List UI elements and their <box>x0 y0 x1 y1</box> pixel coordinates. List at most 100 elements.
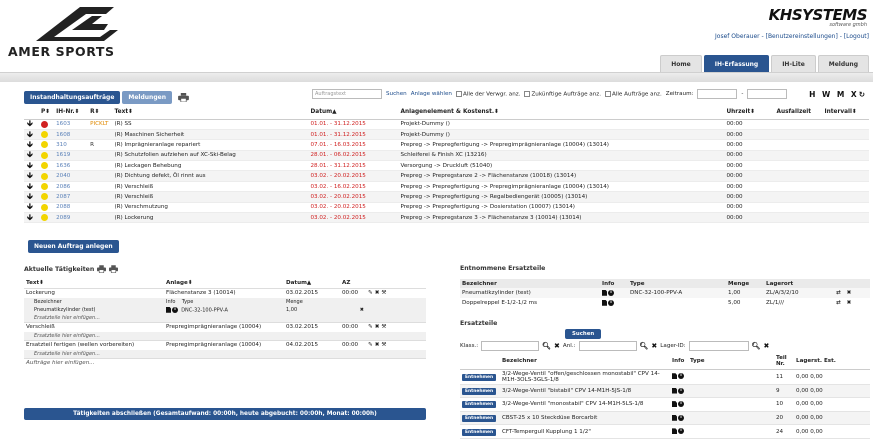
entnehmen-button[interactable]: Entnehmen <box>462 387 497 395</box>
edit-icon[interactable]: ✎ <box>368 324 375 330</box>
sub-remove-icon[interactable]: ✖ <box>340 306 366 314</box>
document-icon[interactable] <box>602 289 607 296</box>
user-line[interactable]: Josef Oberauer - [Benutzereinstellungen]… <box>715 33 869 40</box>
checkbox-alle[interactable]: Alle Aufträge anz. <box>605 90 662 97</box>
ih-nr[interactable]: 2040 <box>53 170 88 182</box>
row-arrow-icon[interactable]: 🡳︎ <box>24 160 38 172</box>
taetigkeit-row[interactable]: Lockerung Flächenstanze 3 (10014) 03.02.… <box>24 287 426 298</box>
wrench-icon[interactable]: ⚒ <box>381 342 388 348</box>
ih-nr[interactable]: 2089 <box>53 212 88 224</box>
entnehmen-button[interactable]: Entnehmen <box>462 428 497 436</box>
clear-icon[interactable]: ✖ <box>554 342 560 350</box>
nav-tab-ih-lite[interactable]: IH-Lite <box>771 55 816 73</box>
edit-icon[interactable]: ✎ <box>368 342 375 348</box>
table-row[interactable]: 🡳︎ 2088 (R) Verschmutzung 03.02. - 20.02.20… <box>24 202 869 214</box>
anlage-waehlen-link[interactable]: Anlage wählen <box>411 91 452 97</box>
neuer-auftrag-button[interactable]: Neuen Auftrag anlegen <box>28 240 119 253</box>
row-arrow-icon[interactable]: 🡳︎ <box>24 191 38 203</box>
lager-input[interactable] <box>688 341 749 351</box>
col-r[interactable]: R⬍ <box>87 106 112 120</box>
document-icon[interactable] <box>672 428 677 435</box>
table-row[interactable]: 🡳︎ 1636 (R) Leckagen Behebung 28.01. - 31.1… <box>24 160 869 172</box>
col-uhrzeit[interactable]: Uhrzeit⬍ <box>723 106 774 120</box>
row-arrow-icon[interactable]: 🡳︎ <box>24 129 38 141</box>
info-icon[interactable]: i <box>608 299 614 306</box>
interval-filter-buttons[interactable]: H W M X↻ <box>809 90 867 99</box>
document-icon[interactable] <box>672 414 677 421</box>
col-priority[interactable]: P⬍ <box>38 106 54 120</box>
taetigkeit-row[interactable]: Ersatzteil fertigen (wellen vorbereiten)… <box>24 339 426 350</box>
document-icon[interactable] <box>602 299 607 306</box>
tab-instandhaltungsauftraege[interactable]: Instandhaltungsaufträge <box>24 91 121 104</box>
col-anlage[interactable]: Anlagenelement & Kostenst.⬍ <box>397 106 724 120</box>
ih-nr[interactable]: 2087 <box>53 191 88 203</box>
auftrag-search-input[interactable]: Auftragstext <box>312 89 382 99</box>
info-icon[interactable]: i <box>678 401 684 408</box>
info-icon[interactable]: i <box>172 306 178 313</box>
info-icon[interactable]: i <box>678 387 684 394</box>
refresh-icon[interactable]: ↻ <box>859 90 867 99</box>
document-icon[interactable] <box>672 373 677 380</box>
document-icon[interactable] <box>166 306 171 313</box>
row-arrow-icon[interactable]: 🡳︎ <box>24 202 38 214</box>
table-row[interactable]: 🡳︎ 2087 (R) Verschleiß 03.02. - 20.02.2015 P… <box>24 191 869 203</box>
row-arrow-icon[interactable]: 🡳︎ <box>24 181 38 193</box>
interval-filter-text[interactable]: H W M X <box>809 90 859 99</box>
row-arrow-icon[interactable]: 🡳︎ <box>24 139 38 151</box>
ih-nr[interactable]: 2086 <box>53 181 88 193</box>
ih-nr[interactable]: 2088 <box>53 202 88 214</box>
table-row[interactable]: 🡳︎ 1608 (R) Maschinen Sicherheit 01.01. - 3… <box>24 129 869 141</box>
col-datum[interactable]: Datum▲ <box>307 106 398 120</box>
clear-icon[interactable]: ✖ <box>764 342 770 350</box>
anl-input[interactable] <box>578 341 637 351</box>
checkbox-zukuenftige[interactable]: Zukünftige Aufträge anz. <box>524 90 601 97</box>
entnehmen-button[interactable]: Entnehmen <box>462 401 497 409</box>
edit-icon[interactable]: ✎ <box>368 290 375 296</box>
wrench-icon[interactable]: ⚒ <box>381 290 388 296</box>
col-ih-nr[interactable]: IH-Nr.⬍ <box>53 106 88 120</box>
document-icon[interactable] <box>672 401 677 408</box>
klass-input[interactable] <box>481 341 540 351</box>
transfer-icon[interactable]: ⇄ <box>836 290 843 296</box>
tab-meldungen[interactable]: Meldungen <box>122 91 172 104</box>
table-row[interactable]: 🡳︎ 310 R (R) Imprägnieranlage repariert 07.0… <box>24 139 869 151</box>
table-row[interactable]: 🡳︎ 1603 PICKLT (R) SS 01.01. - 31.12.2015 Pro… <box>24 119 869 130</box>
transfer-icon[interactable]: ⇄ <box>836 300 843 306</box>
ersatzteile-search-button[interactable]: Suchen <box>565 329 602 339</box>
info-icon[interactable]: i <box>678 428 684 435</box>
taetigkeit-row[interactable]: Verschleiß Prepregimprägnieranlage (1000… <box>24 321 426 332</box>
ih-nr[interactable]: 1608 <box>53 129 88 141</box>
ih-nr[interactable]: 1619 <box>53 150 88 162</box>
search-icon[interactable]: 🔍︎ <box>542 342 551 350</box>
print-icon[interactable] <box>97 265 107 273</box>
print-icon[interactable] <box>178 93 189 102</box>
table-row[interactable]: 🡳︎ 2086 (R) Verschleiß 03.02. - 16.02.2015 P… <box>24 181 869 193</box>
col-datum[interactable]: Datum▲ <box>284 279 340 288</box>
info-icon[interactable]: i <box>608 289 614 296</box>
entnehmen-button[interactable]: Entnehmen <box>462 373 497 381</box>
info-icon[interactable]: i <box>678 373 684 380</box>
clear-icon[interactable]: ✖ <box>651 342 657 350</box>
ersatzteil-hint[interactable]: Ersatzteile hier einfügen... <box>24 350 426 358</box>
info-icon[interactable]: i <box>678 414 684 421</box>
search-icon[interactable]: 🔍︎ <box>752 342 761 350</box>
entnehmen-button[interactable]: Entnehmen <box>462 414 497 422</box>
col-text[interactable]: Text⬍ <box>24 279 164 288</box>
ersatzteil-hint[interactable]: Ersatzteile hier einfügen... <box>24 332 426 340</box>
zeitraum-to-input[interactable] <box>747 89 788 99</box>
search-link[interactable]: Suchen <box>386 91 407 97</box>
col-intervall[interactable]: Intervall⬍ <box>821 106 869 120</box>
col-anlage[interactable]: Anlage⬍ <box>164 279 284 288</box>
ih-nr[interactable]: 1636 <box>53 160 88 172</box>
nav-tab-ih-erfassung[interactable]: IH-Erfassung <box>703 55 770 73</box>
nav-tab-meldung[interactable]: Meldung <box>817 55 869 73</box>
auftraege-hint[interactable]: Aufträge hier einfügen... <box>24 357 426 368</box>
zeitraum-from-input[interactable] <box>697 89 738 99</box>
delete-icon[interactable]: ✖ <box>847 300 854 306</box>
table-row[interactable]: 🡳︎ 2089 (R) Lockerung 03.02. - 20.02.2015 Pr… <box>24 212 869 224</box>
col-text[interactable]: Text⬍ <box>111 106 308 120</box>
document-icon[interactable] <box>672 387 677 394</box>
ersatzteil-hint[interactable]: Ersatzteile hier einfügen... <box>24 314 426 322</box>
row-arrow-icon[interactable]: 🡳︎ <box>24 212 38 224</box>
table-row[interactable]: 🡳︎ 2040 (R) Dichtung defekt, Öl rinnt aus 0… <box>24 170 869 182</box>
